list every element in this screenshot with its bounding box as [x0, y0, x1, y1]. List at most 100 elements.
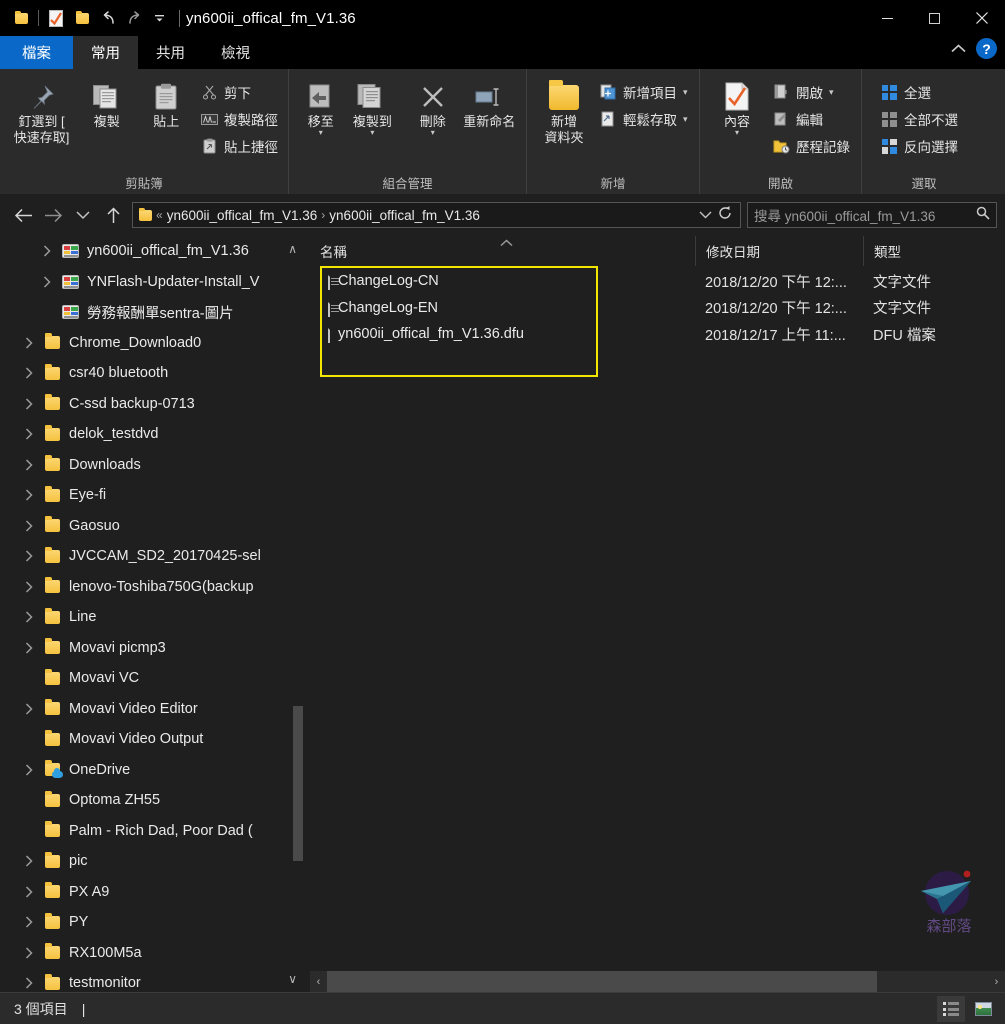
table-row[interactable]: ChangeLog-EN 2018/12/20 下午 12:... 文字文件 [310, 295, 1005, 322]
chevron-down-icon[interactable]: ▾ [829, 87, 834, 98]
new-item-button[interactable]: 新增項目 ▾ [595, 80, 692, 104]
delete-button[interactable]: 刪除 ▾ [407, 74, 459, 137]
tree-item[interactable]: Eye-fi [0, 480, 305, 511]
maximize-button[interactable] [911, 0, 958, 36]
file-name-cell[interactable]: ChangeLog-CN [310, 272, 695, 291]
chevron-down-icon[interactable]: ▾ [683, 114, 688, 125]
tree-item[interactable]: Movavi Video Editor [0, 694, 305, 725]
easy-access-button[interactable]: 輕鬆存取 ▾ [595, 107, 692, 131]
chevron-down-icon[interactable]: ▾ [370, 129, 374, 137]
chevron-right-icon[interactable] [22, 489, 35, 501]
breadcrumb-item-1[interactable]: yn600ii_offical_fm_V1.36 [329, 208, 480, 223]
tree-item[interactable]: PX A9 [0, 877, 305, 908]
folder-icon[interactable] [8, 5, 34, 31]
recent-locations-button[interactable] [68, 200, 98, 230]
horizontal-scrollbar[interactable]: ‹ › [310, 971, 1005, 992]
tree-item[interactable]: 勞務報酬單sentra-圖片 [0, 297, 305, 328]
tree-item[interactable]: pic [0, 846, 305, 877]
properties-button[interactable]: 內容 ▾ [706, 74, 768, 137]
search-input[interactable]: 搜尋 yn600ii_offical_fm_V1.36 [754, 205, 972, 225]
tree-item[interactable]: Gaosuo [0, 511, 305, 542]
tab-share[interactable]: 共用 [138, 36, 203, 69]
breadcrumb-overflow[interactable]: « [156, 208, 163, 222]
up-button[interactable] [98, 200, 128, 230]
table-row[interactable]: ChangeLog-CN 2018/12/20 下午 12:... 文字文件 [310, 268, 1005, 295]
chevron-right-icon[interactable] [22, 916, 35, 928]
redo-icon[interactable] [121, 5, 147, 31]
chevron-right-icon[interactable] [22, 977, 35, 989]
tree-item[interactable]: csr40 bluetooth [0, 358, 305, 389]
file-list-pane[interactable]: 名稱 修改日期 類型 ChangeLog-CN 2018/12/20 下午 12:… [310, 236, 1005, 992]
chevron-down-icon[interactable]: ▾ [735, 129, 739, 137]
thumbnail-view-button[interactable] [969, 996, 997, 1022]
tree-item[interactable]: RX100M5a [0, 938, 305, 969]
collapse-ribbon-icon[interactable] [951, 41, 966, 56]
pin-to-quick-access-button[interactable]: 釘選到 [ 快速存取] [6, 74, 77, 146]
nav-scrollbar-thumb[interactable] [293, 706, 303, 861]
tree-item[interactable]: Optoma ZH55 [0, 785, 305, 816]
tree-item[interactable]: testmonitor [0, 968, 305, 992]
tree-item[interactable]: Line [0, 602, 305, 633]
close-button[interactable] [958, 0, 1005, 36]
tree-item[interactable]: Movavi picmp3 [0, 633, 305, 664]
chevron-right-icon[interactable] [22, 550, 35, 562]
file-name-cell[interactable]: yn600ii_offical_fm_V1.36.dfu [310, 325, 695, 344]
tree-item[interactable]: yn600ii_offical_fm_V1.36 [0, 236, 305, 267]
tree-item[interactable]: Movavi Video Output [0, 724, 305, 755]
chevron-right-icon[interactable] [40, 276, 53, 288]
forward-button[interactable] [38, 200, 68, 230]
chevron-right-icon[interactable] [22, 947, 35, 959]
file-name-cell[interactable]: ChangeLog-EN [310, 298, 695, 317]
chevron-right-icon[interactable] [22, 611, 35, 623]
tree-item[interactable]: PY [0, 907, 305, 938]
address-breadcrumb-bar[interactable]: « yn600ii_offical_fm_V1.36 › yn600ii_off… [132, 202, 741, 228]
tree-item[interactable]: C-ssd backup-0713 [0, 389, 305, 420]
chevron-down-icon[interactable]: ▾ [319, 129, 323, 137]
paste-shortcut-button[interactable]: 貼上捷徑 [196, 134, 282, 158]
table-row[interactable]: yn600ii_offical_fm_V1.36.dfu 2018/12/17 上… [310, 321, 1005, 348]
undo-icon[interactable] [95, 5, 121, 31]
chevron-right-icon[interactable] [22, 764, 35, 776]
paste-button[interactable]: 貼上 [137, 74, 197, 130]
address-dropdown-icon[interactable] [699, 208, 712, 222]
select-none-button[interactable]: 全部不選 [876, 107, 962, 131]
history-button[interactable]: 歷程記錄 [768, 134, 854, 158]
tree-item[interactable]: YNFlash-Updater-Install_V [0, 267, 305, 298]
search-box[interactable]: 搜尋 yn600ii_offical_fm_V1.36 [747, 202, 997, 228]
nav-pane-scrollbar[interactable] [292, 236, 305, 992]
tab-home[interactable]: 常用 [73, 36, 138, 69]
chevron-down-icon[interactable]: ▾ [431, 129, 435, 137]
edit-button[interactable]: 編輯 [768, 107, 854, 131]
chevron-right-icon[interactable] [22, 703, 35, 715]
hscroll-left-arrow[interactable]: ‹ [310, 976, 327, 988]
column-header-type[interactable]: 類型 [863, 236, 1005, 266]
breadcrumb-item-0[interactable]: yn600ii_offical_fm_V1.36 [167, 208, 318, 223]
chevron-right-icon[interactable] [22, 398, 35, 410]
tree-item[interactable]: Movavi VC [0, 663, 305, 694]
copy-to-button[interactable]: 複製到 ▾ [347, 74, 399, 137]
invert-selection-button[interactable]: 反向選擇 [876, 134, 962, 158]
properties-icon[interactable] [43, 5, 69, 31]
customize-qat-icon[interactable] [147, 5, 173, 31]
hscroll-thumb[interactable] [327, 971, 877, 992]
chevron-right-icon[interactable] [22, 581, 35, 593]
tab-file[interactable]: 檔案 [0, 36, 73, 69]
tree-item[interactable]: lenovo-Toshiba750G(backup [0, 572, 305, 603]
hscroll-right-arrow[interactable]: › [988, 976, 1005, 988]
new-folder-icon[interactable] [69, 5, 95, 31]
open-button[interactable]: 開啟 ▾ [768, 80, 854, 104]
tree-item[interactable]: delok_testdvd [0, 419, 305, 450]
search-icon[interactable] [976, 206, 990, 225]
details-view-button[interactable] [937, 996, 965, 1022]
tab-view[interactable]: 檢視 [203, 36, 268, 69]
back-button[interactable] [8, 200, 38, 230]
new-folder-button[interactable]: 新增 資料夾 [533, 74, 595, 146]
chevron-right-icon[interactable] [22, 428, 35, 440]
chevron-down-icon[interactable]: ▾ [683, 87, 688, 98]
refresh-icon[interactable] [718, 205, 732, 225]
chevron-right-icon[interactable] [22, 367, 35, 379]
help-button[interactable]: ? [976, 38, 997, 59]
tree-item[interactable]: Palm - Rich Dad, Poor Dad ( [0, 816, 305, 847]
column-header-name[interactable]: 名稱 [310, 236, 695, 266]
move-to-button[interactable]: 移至 ▾ [295, 74, 347, 137]
